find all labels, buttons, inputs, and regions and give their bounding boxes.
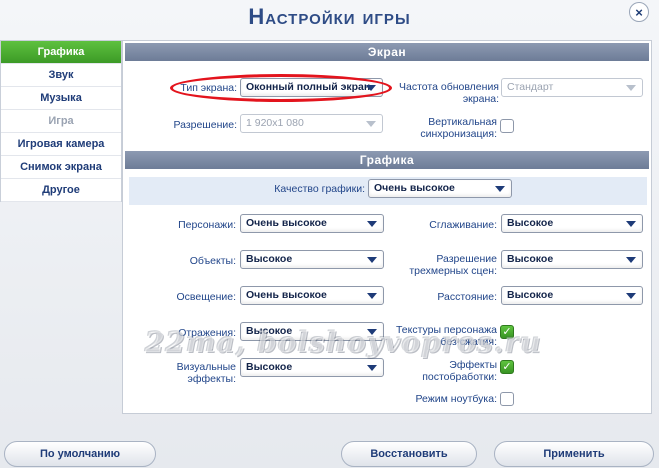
lighting-dropdown[interactable]: Очень высокое (240, 286, 384, 305)
sidebar-item-graphics[interactable]: Графика (1, 41, 121, 64)
resolution-value: 1 920x1 080 (246, 117, 304, 129)
sidebar-item-camera[interactable]: Игровая камера (1, 133, 121, 156)
sidebar-item-game: Игра (1, 110, 121, 133)
chevron-down-icon (626, 221, 636, 227)
antialias-dropdown[interactable]: Высокое (501, 214, 643, 233)
quality-label: Качество графики: (274, 183, 365, 195)
distance-label: Расстояние: (437, 291, 497, 303)
reflections-label: Отражения: (178, 327, 236, 339)
settings-window: Настройки игры × Графика Звук Музыка Игр… (0, 0, 659, 468)
lighting-label: Освещение: (176, 291, 237, 303)
objects-dropdown[interactable]: Высокое (240, 250, 384, 269)
antialias-value: Высокое (507, 217, 554, 229)
sidebar: Графика Звук Музыка Игра Игровая камера … (0, 40, 122, 202)
chevron-down-icon (367, 329, 377, 335)
vsync-label: Вертикальная синхронизация: (420, 116, 497, 140)
apply-button[interactable]: Применить (494, 441, 654, 467)
vsync-checkbox[interactable] (500, 119, 514, 133)
quality-value: Очень высокое (374, 182, 455, 194)
chevron-down-icon (367, 293, 377, 299)
visual-effects-dropdown[interactable]: Высокое (240, 358, 384, 377)
chevron-down-icon (495, 186, 505, 192)
screen-section-header: Экран (125, 43, 649, 61)
graphics-section-header: Графика (125, 151, 649, 169)
resolution-label: Разрешение: (173, 119, 237, 131)
lighting-value: Очень высокое (246, 289, 327, 301)
characters-dropdown[interactable]: Очень высокое (240, 214, 384, 233)
laptop-mode-label: Режим ноутбука: (415, 393, 497, 405)
highlight-oval (170, 74, 392, 102)
visual-effects-value: Высокое (246, 361, 293, 373)
reflections-value: Высокое (246, 325, 293, 337)
visual-effects-label: Визуальные эффекты: (176, 361, 236, 385)
textures-checkbox[interactable]: ✓ (500, 325, 514, 339)
res3d-label: Разрешение трехмерных сцен: (409, 253, 497, 277)
chevron-down-icon (367, 257, 377, 263)
objects-label: Объекты: (189, 255, 236, 267)
resolution-dropdown: 1 920x1 080 (240, 114, 383, 133)
chevron-down-icon (367, 365, 377, 371)
chevron-down-icon (626, 293, 636, 299)
chevron-down-icon (626, 257, 636, 263)
page-title: Настройки игры (248, 4, 411, 29)
post-effects-checkbox[interactable]: ✓ (500, 360, 514, 374)
objects-value: Высокое (246, 253, 293, 265)
post-effects-label: Эффекты постобработки: (422, 359, 497, 383)
res3d-value: Высокое (507, 253, 554, 265)
distance-value: Высокое (507, 289, 554, 301)
refresh-rate-dropdown: Стандарт (501, 78, 643, 97)
sidebar-item-music[interactable]: Музыка (1, 87, 121, 110)
refresh-rate-value: Стандарт (507, 81, 554, 93)
res3d-dropdown[interactable]: Высокое (501, 250, 643, 269)
sidebar-item-sound[interactable]: Звук (1, 64, 121, 87)
reflections-dropdown[interactable]: Высокое (240, 322, 384, 341)
defaults-button[interactable]: По умолчанию (4, 441, 156, 467)
chevron-down-icon (367, 221, 377, 227)
laptop-mode-checkbox[interactable] (500, 392, 514, 406)
sidebar-item-other[interactable]: Другое (1, 179, 121, 202)
quality-dropdown[interactable]: Очень высокое (368, 179, 512, 198)
sidebar-item-screenshot[interactable]: Снимок экрана (1, 156, 121, 179)
characters-label: Персонажи: (178, 219, 236, 231)
close-icon[interactable]: × (629, 2, 649, 22)
refresh-rate-label: Частота обновления экрана: (399, 81, 499, 105)
textures-label: Текстуры персонажа без сжатия: (395, 324, 497, 348)
distance-dropdown[interactable]: Высокое (501, 286, 643, 305)
restore-button[interactable]: Восстановить (341, 441, 477, 467)
chevron-down-icon (366, 121, 376, 127)
chevron-down-icon (626, 85, 636, 91)
antialias-label: Сглаживание: (429, 219, 497, 231)
characters-value: Очень высокое (246, 217, 327, 229)
